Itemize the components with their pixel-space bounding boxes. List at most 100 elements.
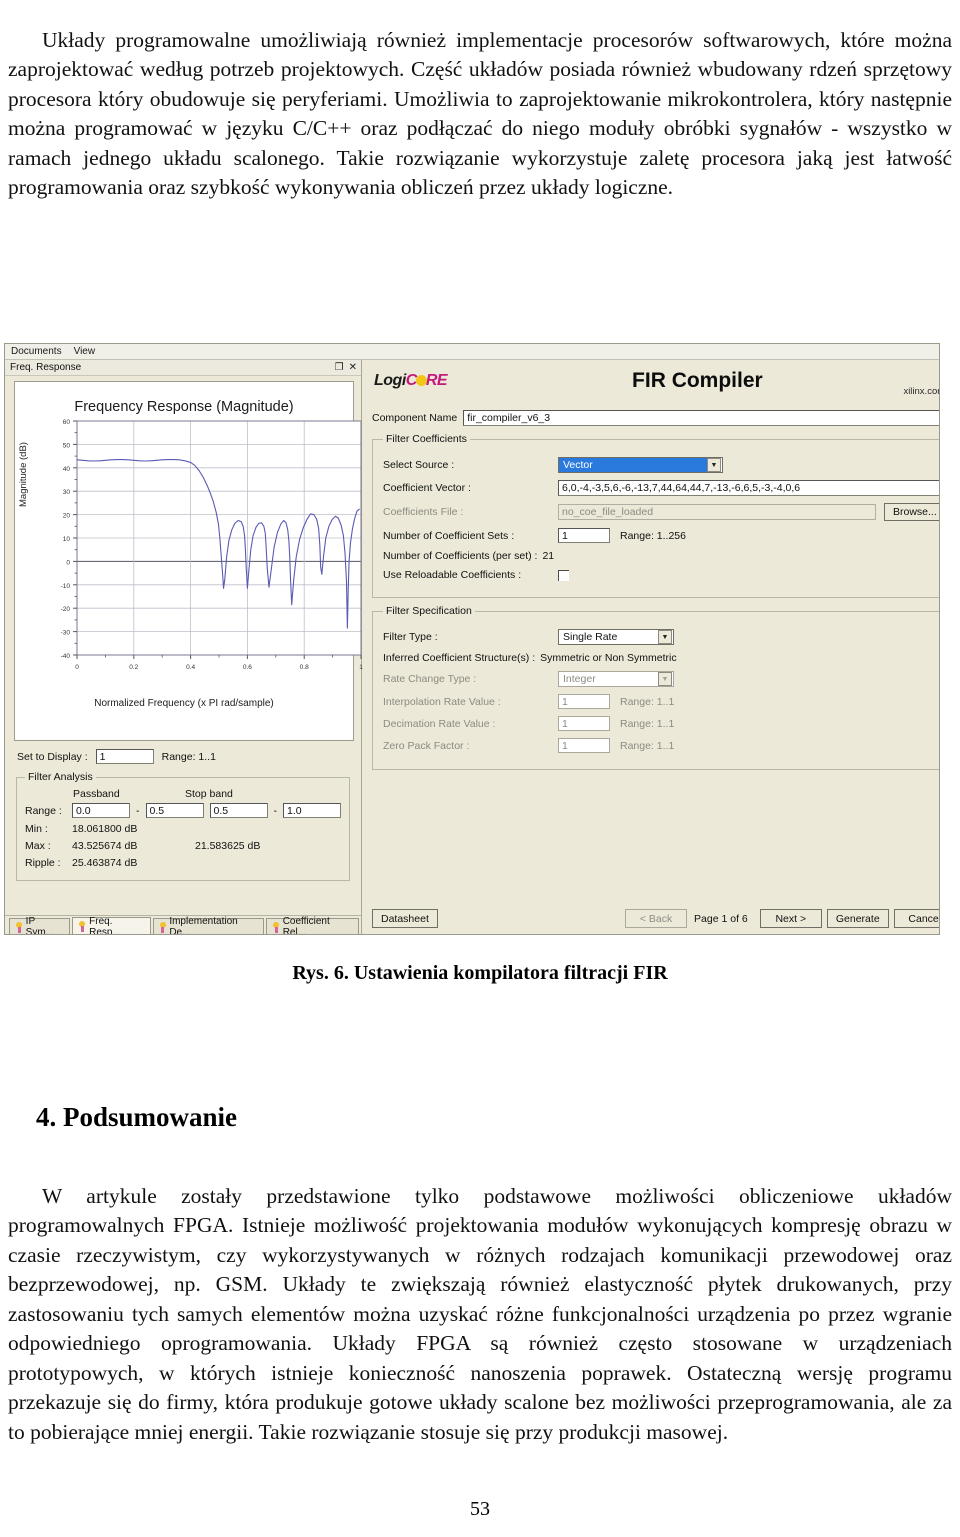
svg-text:10: 10 bbox=[63, 536, 71, 543]
set-to-display-input[interactable]: 1 bbox=[95, 749, 154, 764]
menu-item-view[interactable]: View bbox=[74, 346, 96, 357]
stopband-to-input[interactable]: 1.0 bbox=[283, 803, 341, 818]
wizard-footer: Datasheet < Back Page 1 of 6 Next > Gene… bbox=[362, 909, 939, 934]
component-name-input[interactable]: fir_compiler_v6_3 bbox=[463, 410, 939, 426]
interpolation-rate-label: Interpolation Rate Value : bbox=[383, 695, 501, 708]
document-page: Układy programowalne umożliwiają również… bbox=[0, 0, 960, 1537]
rate-change-type-value: Integer bbox=[563, 673, 596, 685]
coefficient-icon bbox=[272, 921, 280, 933]
filter-type-dropdown[interactable]: Single Rate ▼ bbox=[558, 629, 674, 645]
cancel-button[interactable]: Cancel bbox=[893, 909, 939, 928]
decimation-rate-range: Range: 1..1 bbox=[620, 717, 675, 730]
svg-text:30: 30 bbox=[63, 489, 71, 496]
ripple-value: 25.463874 dB bbox=[72, 857, 138, 869]
num-coefficients-value: 21 bbox=[542, 550, 555, 562]
coefficient-vector-row: Coefficient Vector : 6,0,-4,-3,5,6,-6,-1… bbox=[383, 480, 939, 496]
zero-pack-factor-input[interactable]: 1 bbox=[558, 738, 610, 753]
zero-pack-factor-range: Range: 1..1 bbox=[620, 739, 675, 752]
coefficient-vector-input[interactable]: 6,0,-4,-3,5,6,-6,-13,7,44,64,44,7,-13,-6… bbox=[558, 480, 939, 496]
menu-item-documents[interactable]: Documents bbox=[11, 346, 62, 357]
svg-text:-30: -30 bbox=[61, 630, 71, 637]
close-icon[interactable]: ✕ bbox=[349, 362, 357, 373]
num-coefficients-row: Number of Coefficients (per set) : 21 bbox=[383, 550, 939, 562]
range-label: Range : bbox=[25, 804, 62, 817]
plot-area: Magnitude (dB) 60 50 40 30 20 10 0 -10 -20 -30 -40… bbox=[15, 415, 363, 715]
rate-change-type-row: Rate Change Type : Integer ▼ bbox=[383, 671, 939, 687]
decimation-rate-label: Decimation Rate Value : bbox=[383, 717, 496, 730]
tab-ip-symbol[interactable]: IP Sym... bbox=[9, 916, 71, 935]
tab-freq-response[interactable]: Freq. Resp... bbox=[72, 915, 151, 935]
svg-text:50: 50 bbox=[63, 442, 71, 449]
rate-change-type-dropdown[interactable]: Integer ▼ bbox=[558, 671, 674, 687]
inferred-structure-label: Inferred Coefficient Structure(s) : bbox=[383, 652, 536, 664]
next-button[interactable]: Next > bbox=[759, 909, 822, 928]
passband-from-input[interactable]: 0.0 bbox=[72, 803, 130, 818]
decimation-rate-input[interactable]: 1 bbox=[558, 716, 610, 731]
page-title: FIR Compiler bbox=[632, 369, 763, 392]
restore-icon[interactable]: ❐ bbox=[335, 362, 344, 373]
svg-text:0: 0 bbox=[66, 559, 70, 566]
filter-analysis-ripple-row: Ripple : 25.463874 dB bbox=[25, 857, 341, 869]
svg-text:0.4: 0.4 bbox=[186, 664, 195, 671]
chart-x-axis-label: Normalized Frequency (x PI rad/sample) bbox=[94, 698, 274, 709]
passband-to-input[interactable]: 0.5 bbox=[145, 803, 204, 818]
svg-text:0.6: 0.6 bbox=[243, 664, 252, 671]
reloadable-coefficients-row: Use Reloadable Coefficients : bbox=[383, 569, 939, 581]
intro-paragraph: Układy programowalne umożliwiają również… bbox=[8, 27, 952, 200]
tab-coefficient-reload[interactable]: Coefficient Rel... bbox=[266, 916, 359, 934]
page-indicator: Page 1 of 6 bbox=[694, 912, 748, 925]
tab-label: IP Sym... bbox=[25, 916, 55, 935]
filter-analysis-range-row: Range : 0.0 - 0.5 0.5 - 1.0 bbox=[25, 803, 341, 818]
svg-text:0.2: 0.2 bbox=[129, 664, 138, 671]
tab-label: Freq. Resp... bbox=[89, 915, 121, 935]
set-to-display-label: Set to Display : bbox=[17, 750, 88, 763]
decimation-rate-row: Decimation Rate Value : 1 Range: 1..1 bbox=[383, 716, 939, 731]
select-source-dropdown[interactable]: Vector ▼ bbox=[558, 457, 723, 473]
ripple-label: Ripple : bbox=[25, 857, 61, 869]
num-coefficient-sets-input[interactable]: 1 bbox=[558, 528, 610, 543]
filter-type-value: Single Rate bbox=[563, 631, 618, 643]
browse-button[interactable]: Browse... bbox=[884, 503, 939, 521]
tab-label: Implementation De... bbox=[169, 916, 238, 935]
svg-text:60: 60 bbox=[63, 419, 71, 426]
passband-header: Passband bbox=[73, 788, 120, 800]
coefficients-file-label: Coefficients File : bbox=[383, 506, 464, 518]
coefficient-vector-label: Coefficient Vector : bbox=[383, 482, 471, 494]
num-coefficient-sets-range: Range: 1..256 bbox=[620, 529, 686, 542]
select-source-label: Select Source : bbox=[383, 459, 455, 471]
back-button[interactable]: < Back bbox=[625, 909, 688, 928]
reloadable-coefficients-checkbox[interactable] bbox=[558, 569, 569, 581]
page-number: 53 bbox=[470, 1498, 490, 1520]
dock-title-bar: Freq. Response ❐ ✕ bbox=[5, 360, 361, 376]
chevron-down-icon[interactable]: ▼ bbox=[707, 458, 721, 472]
chevron-down-icon[interactable]: ▼ bbox=[658, 672, 672, 686]
figure-caption: Rys. 6. Ustawienia kompilatora filtracji… bbox=[292, 962, 668, 984]
interpolation-rate-range: Range: 1..1 bbox=[620, 695, 675, 708]
zero-pack-factor-label: Zero Pack Factor : bbox=[383, 739, 470, 752]
stopband-from-input[interactable]: 0.5 bbox=[209, 803, 268, 818]
svg-text:0.8: 0.8 bbox=[300, 664, 309, 671]
tab-implementation-details[interactable]: Implementation De... bbox=[152, 916, 264, 935]
frequency-response-chart: Frequency Response (Magnitude) Magnitude… bbox=[14, 381, 363, 741]
interpolation-rate-input[interactable]: 1 bbox=[558, 694, 610, 709]
datasheet-button[interactable]: Datasheet bbox=[372, 909, 438, 928]
set-to-display-row: Set to Display : 1 Range: 1..1 bbox=[17, 749, 361, 764]
coefficients-file-input: no_coe_file_loaded bbox=[558, 504, 876, 520]
svg-text:1: 1 bbox=[359, 664, 363, 671]
svg-text:-40: -40 bbox=[61, 653, 71, 660]
svg-text:-10: -10 bbox=[61, 583, 71, 590]
reloadable-coefficients-label: Use Reloadable Coefficients : bbox=[383, 569, 522, 581]
svg-text:-20: -20 bbox=[61, 606, 71, 613]
chevron-down-icon[interactable]: ▼ bbox=[658, 630, 672, 644]
filter-analysis-headers: Passband Stop band bbox=[73, 788, 341, 800]
filter-analysis-legend: Filter Analysis bbox=[28, 771, 93, 783]
ip-symbol-icon bbox=[15, 921, 23, 933]
generate-button[interactable]: Generate bbox=[826, 909, 889, 928]
freq-response-icon bbox=[78, 921, 86, 932]
filter-specification-legend: Filter Specification bbox=[386, 605, 472, 617]
filter-type-row: Filter Type : Single Rate ▼ bbox=[383, 629, 939, 645]
stopband-dash: - bbox=[273, 804, 278, 817]
chart-title: Frequency Response (Magnitude) bbox=[74, 399, 294, 415]
num-coefficient-sets-label: Number of Coefficient Sets : bbox=[383, 529, 515, 542]
filter-analysis-min-row: Min : 18.061800 dB bbox=[25, 823, 341, 835]
